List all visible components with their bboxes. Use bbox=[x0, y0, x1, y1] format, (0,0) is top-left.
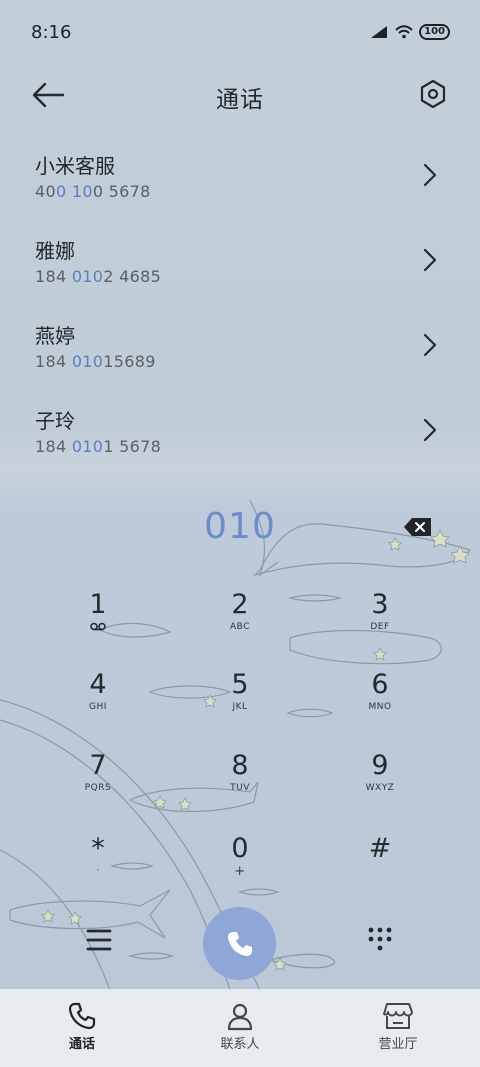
voicemail-icon bbox=[90, 622, 106, 631]
key-6[interactable]: 6 MNO bbox=[320, 670, 440, 744]
store-icon bbox=[383, 1003, 413, 1029]
key-3[interactable]: 3 DEF bbox=[320, 590, 440, 664]
key-7[interactable]: 7 PQRS bbox=[38, 751, 158, 825]
contact-number: 184 0101 5678 bbox=[35, 437, 162, 456]
key-1[interactable]: 1 bbox=[38, 590, 158, 664]
contact-name: 子玲 bbox=[35, 409, 75, 433]
status-icons: 100 bbox=[369, 24, 450, 40]
key-9[interactable]: 9 WXYZ bbox=[320, 751, 440, 825]
contact-number: 184 01015689 bbox=[35, 352, 156, 371]
key-0[interactable]: 0 + bbox=[180, 834, 300, 908]
keypad-toggle-icon[interactable] bbox=[367, 926, 393, 952]
chevron-right-icon bbox=[423, 248, 437, 272]
phone-call-icon bbox=[227, 931, 252, 956]
nav-label: 营业厅 bbox=[378, 1037, 418, 1052]
nav-label: 通话 bbox=[68, 1037, 95, 1052]
contact-row[interactable]: 雅娜 184 0102 4685 bbox=[0, 233, 480, 317]
signal-icon bbox=[371, 26, 388, 38]
nav-label: 联系人 bbox=[220, 1037, 260, 1052]
contact-row[interactable]: 小米客服 400 100 5678 bbox=[0, 148, 480, 232]
wifi-icon bbox=[395, 25, 413, 39]
contact-name: 雅娜 bbox=[35, 239, 75, 263]
contact-row[interactable]: 燕婷 184 01015689 bbox=[0, 318, 480, 402]
menu-icon[interactable] bbox=[86, 928, 112, 952]
backspace-icon[interactable] bbox=[403, 516, 433, 538]
page-title: 通话 bbox=[216, 87, 264, 113]
key-5[interactable]: 5 JKL bbox=[180, 670, 300, 744]
key-4[interactable]: 4 GHI bbox=[38, 670, 158, 744]
settings-hexagon-icon[interactable] bbox=[418, 78, 448, 110]
nav-tab-store[interactable]: 营业厅 bbox=[338, 989, 458, 1067]
battery-icon: 100 bbox=[419, 24, 450, 40]
chevron-right-icon bbox=[423, 418, 437, 442]
nav-tab-calls[interactable]: 通话 bbox=[22, 989, 142, 1067]
contact-row[interactable]: 子玲 184 0101 5678 bbox=[0, 403, 480, 487]
person-icon bbox=[227, 1003, 253, 1031]
key-hash[interactable]: # bbox=[320, 834, 440, 908]
bottom-nav: 通话 联系人 营业厅 bbox=[0, 989, 480, 1067]
contact-number: 400 100 5678 bbox=[35, 182, 151, 201]
phone-icon bbox=[68, 1002, 96, 1030]
key-8[interactable]: 8 TUV bbox=[180, 751, 300, 825]
key-2[interactable]: 2 ABC bbox=[180, 590, 300, 664]
call-button[interactable] bbox=[203, 907, 276, 980]
nav-tab-contacts[interactable]: 联系人 bbox=[180, 989, 300, 1067]
status-time: 8:16 bbox=[31, 22, 72, 43]
chevron-right-icon bbox=[423, 163, 437, 187]
contact-name: 小米客服 bbox=[35, 154, 115, 178]
contact-name: 燕婷 bbox=[35, 324, 75, 348]
contact-number: 184 0102 4685 bbox=[35, 267, 162, 286]
key-star[interactable]: * · bbox=[38, 834, 158, 908]
chevron-right-icon bbox=[423, 333, 437, 357]
